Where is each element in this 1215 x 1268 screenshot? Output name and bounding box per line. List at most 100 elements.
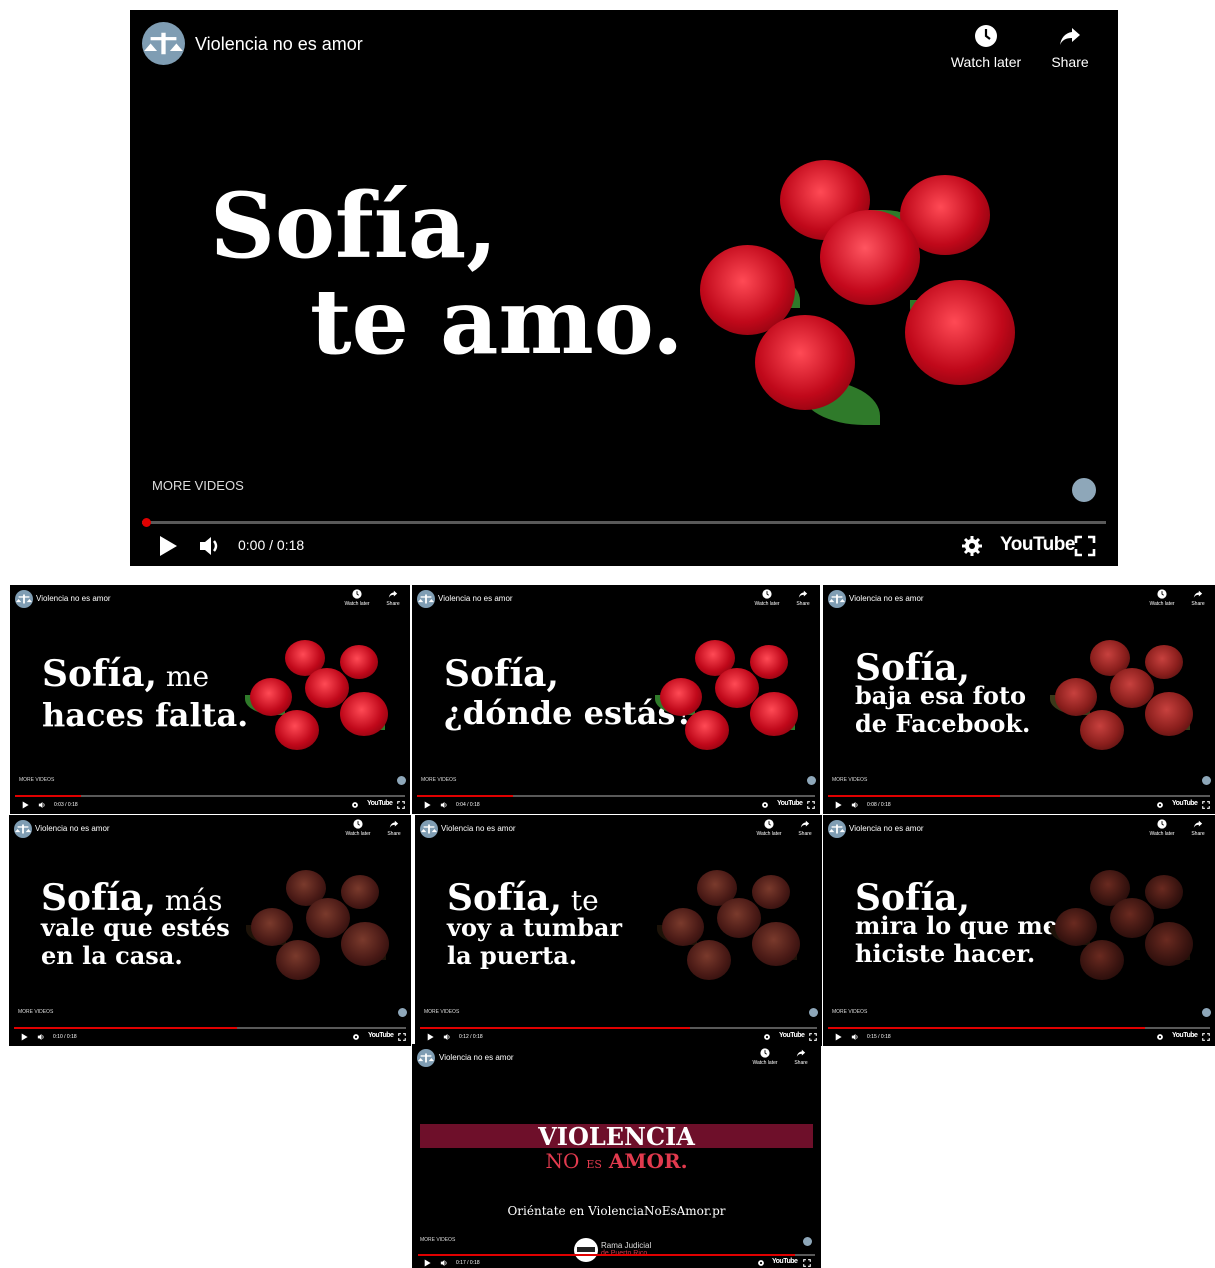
fullscreen-icon[interactable]	[398, 1033, 406, 1041]
fullscreen-icon[interactable]	[807, 801, 815, 809]
volume-icon[interactable]	[443, 1033, 452, 1041]
channel-title[interactable]: Violencia no es amor	[195, 34, 363, 55]
thumbnail-player[interactable]: Violencia no es amor Watch later Share S…	[823, 585, 1215, 814]
more-videos-link[interactable]: MORE VIDEOS	[421, 777, 456, 783]
more-videos-link[interactable]: MORE VIDEOS	[19, 777, 54, 783]
progress-bar[interactable]	[14, 1027, 406, 1029]
share-button[interactable]: Share	[790, 589, 816, 607]
thumbnail-player[interactable]: Violencia no es amor Watch later Share S…	[412, 585, 820, 814]
share-button[interactable]: Share	[788, 1048, 814, 1066]
play-icon[interactable]	[835, 801, 842, 809]
youtube-logo[interactable]: YouTube	[1172, 1032, 1198, 1039]
youtube-logo[interactable]: YouTube	[367, 800, 393, 807]
channel-watermark-icon[interactable]	[807, 776, 816, 785]
final-card-player[interactable]: Violencia no es amor Watch later Share V…	[412, 1044, 821, 1268]
share-button[interactable]: Share	[1040, 24, 1100, 70]
share-button[interactable]: Share	[1185, 819, 1211, 837]
play-icon[interactable]	[427, 1033, 434, 1041]
watch-later-button[interactable]: Watch later	[339, 819, 377, 837]
scales-logo-icon[interactable]	[417, 1049, 435, 1067]
gear-icon[interactable]	[1156, 1033, 1164, 1041]
play-icon[interactable]	[22, 801, 29, 809]
watch-later-button[interactable]: Watch later	[1143, 819, 1181, 837]
scrubber-handle[interactable]	[142, 518, 151, 527]
volume-icon[interactable]	[440, 1259, 449, 1267]
progress-bar[interactable]	[15, 795, 405, 797]
channel-title[interactable]: Violencia no es amor	[441, 824, 516, 833]
gear-icon[interactable]	[961, 535, 983, 557]
youtube-logo[interactable]: YouTube	[368, 1032, 394, 1039]
gear-icon[interactable]	[763, 1033, 771, 1041]
thumbnail-player[interactable]: Violencia no es amor Watch later Share S…	[10, 585, 410, 814]
youtube-logo[interactable]: YouTube	[779, 1032, 805, 1039]
main-video-player[interactable]: Violencia no es amor Watch later Share S…	[130, 10, 1118, 566]
play-icon[interactable]	[424, 1259, 431, 1267]
youtube-logo[interactable]: YouTube	[1172, 800, 1198, 807]
gear-icon[interactable]	[1156, 801, 1164, 809]
share-button[interactable]: Share	[381, 819, 407, 837]
channel-watermark-icon[interactable]	[1072, 478, 1096, 502]
volume-icon[interactable]	[38, 801, 47, 809]
thumbnail-player[interactable]: Violencia no es amor Watch later Share S…	[823, 815, 1215, 1046]
gear-icon[interactable]	[351, 801, 359, 809]
more-videos-link[interactable]: MORE VIDEOS	[18, 1009, 53, 1015]
watch-later-button[interactable]: Watch later	[946, 24, 1026, 70]
fullscreen-icon[interactable]	[1202, 801, 1210, 809]
share-button[interactable]: Share	[380, 589, 406, 607]
youtube-logo[interactable]: YouTube	[1000, 534, 1075, 556]
volume-icon[interactable]	[198, 534, 224, 558]
volume-icon[interactable]	[37, 1033, 46, 1041]
progress-bar[interactable]	[418, 1254, 815, 1256]
volume-icon[interactable]	[440, 801, 449, 809]
watch-later-button[interactable]: Watch later	[750, 819, 788, 837]
channel-watermark-icon[interactable]	[803, 1237, 812, 1246]
scales-logo-icon[interactable]	[142, 22, 185, 65]
scales-logo-icon[interactable]	[420, 820, 438, 838]
scales-logo-icon[interactable]	[15, 590, 33, 608]
more-videos-link[interactable]: MORE VIDEOS	[832, 1009, 867, 1015]
scales-logo-icon[interactable]	[828, 590, 846, 608]
play-icon[interactable]	[158, 535, 178, 557]
gear-icon[interactable]	[757, 1259, 765, 1267]
youtube-logo[interactable]: YouTube	[777, 800, 803, 807]
channel-watermark-icon[interactable]	[397, 776, 406, 785]
play-icon[interactable]	[21, 1033, 28, 1041]
progress-bar[interactable]	[828, 1027, 1210, 1029]
more-videos-link[interactable]: MORE VIDEOS	[832, 777, 867, 783]
gear-icon[interactable]	[352, 1033, 360, 1041]
channel-watermark-icon[interactable]	[1202, 1008, 1211, 1017]
gear-icon[interactable]	[761, 801, 769, 809]
fullscreen-icon[interactable]	[397, 801, 405, 809]
share-button[interactable]: Share	[792, 819, 818, 837]
scales-logo-icon[interactable]	[828, 820, 846, 838]
fullscreen-icon[interactable]	[1202, 1033, 1210, 1041]
channel-watermark-icon[interactable]	[809, 1008, 818, 1017]
progress-bar[interactable]	[420, 1027, 817, 1029]
channel-title[interactable]: Violencia no es amor	[849, 824, 924, 833]
fullscreen-icon[interactable]	[803, 1259, 811, 1267]
watch-later-button[interactable]: Watch later	[746, 1048, 784, 1066]
play-icon[interactable]	[424, 801, 431, 809]
scales-logo-icon[interactable]	[14, 820, 32, 838]
watch-later-button[interactable]: Watch later	[1143, 589, 1181, 607]
fullscreen-icon[interactable]	[1074, 535, 1096, 557]
channel-watermark-icon[interactable]	[398, 1008, 407, 1017]
channel-watermark-icon[interactable]	[1202, 776, 1211, 785]
progress-bar[interactable]	[142, 518, 1106, 527]
channel-title[interactable]: Violencia no es amor	[849, 594, 924, 603]
channel-title[interactable]: Violencia no es amor	[35, 824, 110, 833]
thumbnail-player[interactable]: Violencia no es amor Watch later Share S…	[9, 815, 411, 1046]
scales-logo-icon[interactable]	[417, 590, 435, 608]
watch-later-button[interactable]: Watch later	[748, 589, 786, 607]
fullscreen-icon[interactable]	[809, 1033, 817, 1041]
play-icon[interactable]	[835, 1033, 842, 1041]
channel-title[interactable]: Violencia no es amor	[438, 594, 513, 603]
progress-bar[interactable]	[828, 795, 1210, 797]
thumbnail-player[interactable]: Violencia no es amor Watch later Share S…	[415, 815, 822, 1046]
volume-icon[interactable]	[851, 1033, 860, 1041]
more-videos-link[interactable]: MORE VIDEOS	[152, 478, 244, 493]
share-button[interactable]: Share	[1185, 589, 1211, 607]
volume-icon[interactable]	[851, 801, 860, 809]
progress-bar[interactable]	[417, 795, 815, 797]
youtube-logo[interactable]: YouTube	[772, 1258, 798, 1265]
